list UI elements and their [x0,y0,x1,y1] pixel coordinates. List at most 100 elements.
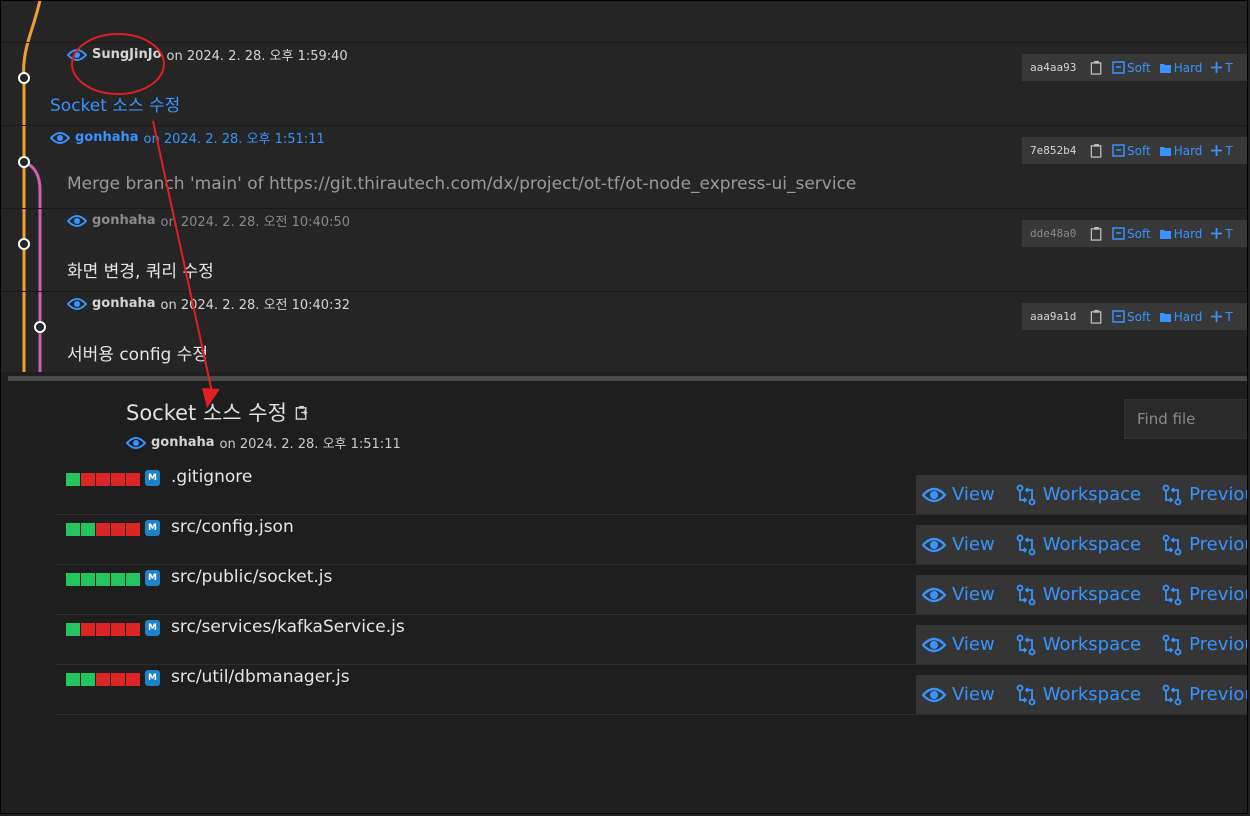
commit-message[interactable]: Merge branch 'main' of https://git.thira… [67,174,856,194]
commit-message[interactable]: 서버용 config 수정 [67,340,208,365]
workspace-label: Workspace [1042,534,1142,555]
file-name[interactable]: .gitignore [171,467,252,487]
view-button[interactable]: View [922,484,995,505]
deletion-block [81,623,95,636]
compare-icon [1016,584,1036,605]
addition-block [66,473,80,486]
previous-label: Previous [1189,534,1248,555]
previous-label: Previous [1189,584,1248,605]
deletion-block [126,673,140,686]
eye-icon [922,587,946,602]
file-name[interactable]: src/services/kafkaService.js [171,617,405,637]
addition-block [111,573,125,586]
commit-title-text: Socket 소스 수정 [126,401,287,425]
view-button[interactable]: View [922,534,995,555]
view-button[interactable]: View [922,684,995,705]
workspace-label: Workspace [1042,684,1142,705]
compare-workspace-button[interactable]: Workspace [1015,684,1141,706]
addition-block [96,573,110,586]
deletion-block [96,523,110,536]
deletion-block [96,673,110,686]
addition-block [81,523,95,536]
view-button[interactable]: View [922,584,995,605]
diff-stat [66,523,140,536]
compare-icon [1016,534,1036,555]
eye-icon [922,487,946,502]
deletion-block [96,473,110,486]
deletion-block [81,473,95,486]
commit-row[interactable]: Socket 소스 수정 gonhaha on 2024. 2. 28. 오후 1:… [0,43,1248,164]
deletion-block [126,623,140,636]
file-actions: View Workspace Previous [916,525,1248,564]
commit-message[interactable]: 화면 변경, 쿼리 수정 [67,257,214,282]
workspace-label: Workspace [1042,634,1142,655]
changed-file-row[interactable]: Msrc/util/dbmanager.js View Workspace Previ… [56,665,1248,715]
commit-row[interactable]: 서버용 config 수정SungJinJoon 2024. 2. 28. 오전… [0,292,1248,372]
commit-meta: gonhaha on 2024. 2. 28. 오후 1:51:11 [126,433,401,452]
commit-author: gonhaha [151,435,215,450]
copy-icon[interactable] [295,405,309,420]
diff-stat [66,573,140,586]
commit-row[interactable]: 화면 변경, 쿼리 수정 gonhaha on 2024. 2. 28. 오전 10… [0,209,1248,330]
compare-icon [1162,634,1182,655]
workspace-label: Workspace [1042,584,1142,605]
compare-workspace-button[interactable]: Workspace [1015,634,1141,656]
addition-block [66,623,80,636]
commit-detail-panel: Socket 소스 수정 gonhaha on 2024. 2. 28. 오후 … [0,381,1248,814]
compare-icon [1162,684,1182,705]
compare-icon [1162,484,1182,505]
eye-icon [922,687,946,702]
addition-block [81,673,95,686]
file-name[interactable]: src/util/dbmanager.js [171,667,350,687]
commit-history-list: SungJinJo on 2024. 2. 28. 오후 1:59:40 aa4aa… [0,0,1248,372]
file-name[interactable]: src/config.json [171,517,294,537]
addition-block [66,523,80,536]
eye-icon [922,637,946,652]
view-button[interactable]: View [922,634,995,655]
changed-file-row[interactable]: Msrc/services/kafkaService.js View Workspa… [56,615,1248,665]
view-label: View [952,584,995,605]
file-actions: View Workspace Previous [916,475,1248,514]
previous-label: Previous [1189,634,1248,655]
modified-badge: M [145,520,160,536]
file-actions: View Workspace Previous [916,675,1248,714]
deletion-block [126,523,140,536]
changed-file-row[interactable]: Msrc/config.json View Workspace Previous [56,515,1248,565]
compare-previous-button[interactable]: Previous [1161,684,1248,706]
commit-title: Socket 소스 수정 [126,397,309,427]
deletion-block [111,523,125,536]
file-name[interactable]: src/public/socket.js [171,567,332,587]
eye-icon [922,537,946,552]
addition-block [66,573,80,586]
modified-badge: M [145,570,160,586]
addition-block [81,573,95,586]
compare-workspace-button[interactable]: Workspace [1015,584,1141,606]
commit-row[interactable]: SungJinJo on 2024. 2. 28. 오후 1:59:40 aa4aa… [0,0,1248,81]
file-actions: View Workspace Previous [916,625,1248,664]
previous-label: Previous [1189,484,1248,505]
view-label: View [952,484,995,505]
compare-previous-button[interactable]: Previous [1161,584,1248,606]
previous-label: Previous [1189,684,1248,705]
diff-stat [66,473,140,486]
compare-icon [1016,484,1036,505]
changed-file-row[interactable]: M .gitignore View Workspace Previous [56,465,1248,515]
diff-stat [66,673,140,686]
commit-row[interactable]: Merge branch 'main' of https://git.thira… [0,126,1248,247]
workspace-label: Workspace [1042,484,1142,505]
changed-file-row[interactable]: Msrc/public/socket.js View Workspace Previo… [56,565,1248,615]
eye-icon[interactable] [126,436,146,450]
deletion-block [111,673,125,686]
view-label: View [952,684,995,705]
file-actions: View Workspace Previous [916,575,1248,614]
view-label: View [952,634,995,655]
find-file-input[interactable] [1124,399,1248,439]
compare-previous-button[interactable]: Previous [1161,534,1248,556]
compare-workspace-button[interactable]: Workspace [1015,484,1141,506]
commit-message[interactable]: Socket 소스 수정 [50,91,180,116]
compare-previous-button[interactable]: Previous [1161,634,1248,656]
compare-workspace-button[interactable]: Workspace [1015,534,1141,556]
compare-previous-button[interactable]: Previous [1161,484,1248,506]
deletion-block [111,473,125,486]
compare-icon [1162,584,1182,605]
